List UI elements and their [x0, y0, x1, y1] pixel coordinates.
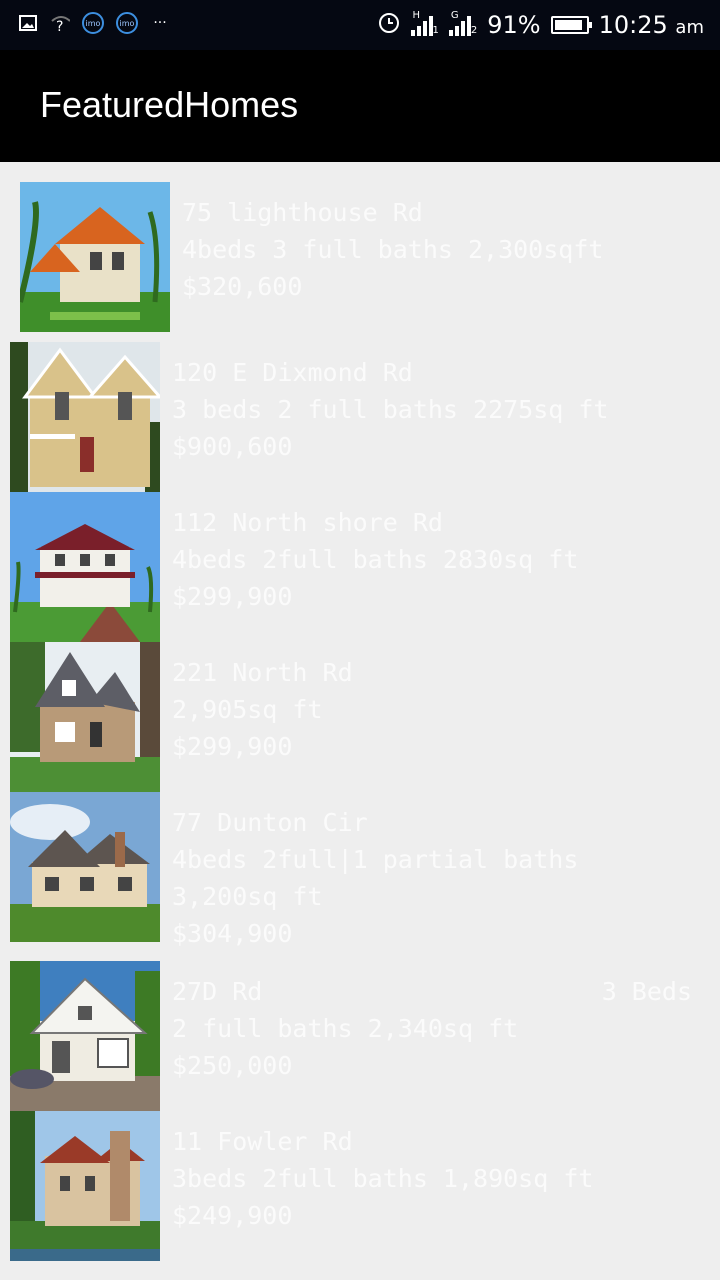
listing-address: 221 North Rd	[172, 658, 353, 687]
battery-icon	[550, 16, 592, 34]
listing-price: $299,900	[172, 582, 293, 611]
house-photo	[20, 182, 170, 332]
battery-percent: 91%	[487, 11, 541, 39]
listing-price: $304,900	[172, 919, 293, 948]
list-item[interactable]: 77 Dunton Cir 4beds 2full|1 partial bath…	[10, 792, 578, 952]
listing-price: $299,900	[172, 732, 293, 761]
house-photo	[10, 642, 160, 792]
listing-price: $250,000	[172, 1051, 293, 1080]
house-photo	[10, 1111, 160, 1261]
image-icon	[18, 13, 38, 33]
page-title: FeaturedHomes	[40, 84, 299, 125]
listing-address: 77 Dunton Cir	[172, 808, 368, 837]
listing-details: 4beds 2full|1 partial baths	[172, 845, 579, 874]
house-photo	[10, 342, 160, 492]
wifi-question-icon: ?	[50, 13, 70, 33]
listing-address: 11 Fowler Rd	[172, 1127, 353, 1156]
listing-address: 75 lighthouse Rd	[182, 198, 423, 227]
listing-address: 120 E Dixmond Rd	[172, 358, 413, 387]
list-item[interactable]: 112 North shore Rd 4beds 2full baths 283…	[10, 492, 578, 642]
list-item[interactable]: 27D Rd 3 Beds 2 full baths 2,340sq ft $2…	[10, 961, 692, 1111]
list-item[interactable]: 11 Fowler Rd 3beds 2full baths 1,890sq f…	[10, 1111, 593, 1261]
listing-details: 3 beds 2 full baths 2275sq ft	[172, 395, 609, 424]
alarm-clock-icon	[377, 10, 401, 40]
list-item[interactable]: 75 lighthouse Rd 4beds 3 full baths 2,30…	[20, 182, 603, 332]
imo-icon: imo	[82, 12, 104, 34]
listing-details: 4beds 3 full baths 2,300sqft	[182, 235, 604, 264]
listing-address: 112 North shore Rd	[172, 508, 443, 537]
signal-sim2-icon: G 2	[448, 10, 478, 36]
clock: 10:25 am	[598, 11, 704, 39]
listing-price: $249,900	[172, 1201, 293, 1230]
listing-details: 4beds 2full baths 2830sq ft	[172, 545, 579, 574]
list-item[interactable]: 120 E Dixmond Rd 3 beds 2 full baths 227…	[10, 342, 609, 492]
signal-sim1-icon: H 1	[410, 10, 439, 36]
listing-beds: 3 Beds	[601, 977, 692, 1006]
house-photo	[10, 492, 160, 642]
listing-details: 2 full baths 2,340sq ft	[172, 1014, 519, 1043]
svg-text:?: ?	[56, 19, 63, 33]
app-bar: FeaturedHomes	[0, 50, 720, 162]
listing-details: 3beds 2full baths 1,890sq ft	[172, 1164, 594, 1193]
status-bar: ? imo imo ··· H 1 G 2 91% 10:25 am	[0, 0, 720, 50]
listing-price: $320,600	[182, 272, 303, 301]
listing-price: $900,600	[172, 432, 293, 461]
listing-details: 2,905sq ft	[172, 695, 323, 724]
house-photo	[10, 961, 160, 1111]
list-item[interactable]: 221 North Rd 2,905sq ft $299,900	[10, 642, 353, 792]
listing-sqft: 3,200sq ft	[172, 882, 323, 911]
more-icon: ···	[153, 15, 167, 31]
imo-icon: imo	[116, 12, 138, 34]
house-photo	[10, 792, 160, 942]
